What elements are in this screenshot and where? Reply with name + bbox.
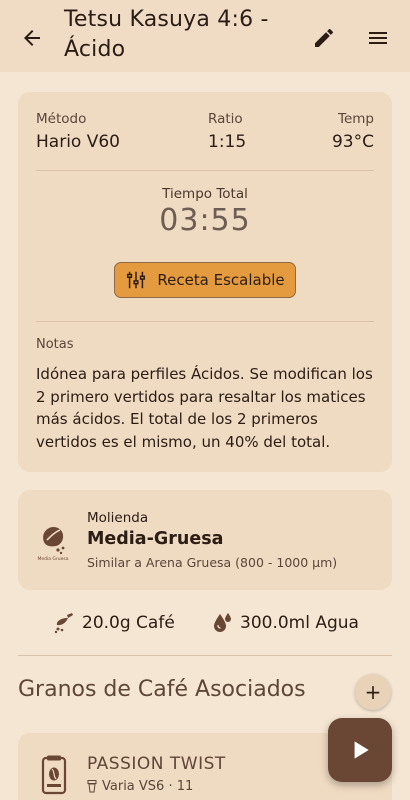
water-drops-icon [214, 613, 231, 632]
back-button[interactable] [14, 20, 50, 56]
bean-grinder-text: Varia VS6 · 11 [102, 779, 194, 794]
grind-icon-caption: Media Gruesa [37, 556, 68, 562]
water-quantity: 300.0ml Agua [210, 611, 359, 635]
divider [36, 321, 374, 322]
temp-stat: Temp 93°C [332, 111, 374, 152]
scalable-recipe-label: Receta Escalable [157, 271, 285, 289]
water-amount: 300.0ml Agua [240, 613, 359, 633]
method-value: Hario V60 [36, 132, 120, 152]
hamburger-menu-icon [369, 32, 387, 44]
temp-label: Temp [338, 111, 374, 127]
page-title: Tetsu Kasuya 4:6 - Ácido [64, 7, 269, 62]
coffee-bag-icon [40, 755, 68, 795]
bean-grinder-setting: Varia VS6 · 11 [87, 779, 193, 794]
ratio-value: 1:15 [208, 132, 247, 152]
associated-beans-title: Granos de Café Asociados [18, 677, 306, 702]
coffee-amount: 20.0g Café [82, 613, 175, 633]
add-bean-button[interactable]: + [355, 674, 391, 710]
app-bar: Tetsu Kasuya 4:6 - Ácido [0, 0, 410, 72]
coffee-quantity: 20.0g Café [52, 611, 175, 635]
notes-label: Notas [36, 337, 74, 352]
ratio-label: Ratio [208, 111, 243, 127]
pencil-icon [315, 28, 333, 47]
plus-icon: + [364, 680, 382, 704]
coffee-grind-icon: Media Gruesa [36, 520, 70, 562]
scalable-recipe-button[interactable]: Receta Escalable [114, 262, 296, 298]
start-brew-button[interactable] [328, 718, 392, 782]
grind-card: Media Gruesa Molienda Media-Gruesa Simil… [18, 490, 392, 590]
total-time-value: 03:55 [159, 203, 251, 238]
total-time-label: Tiempo Total [162, 186, 248, 202]
arrow-left-icon [24, 30, 40, 46]
divider [18, 655, 392, 656]
menu-button[interactable] [360, 20, 396, 56]
bean-name: PASSION TWIST [87, 754, 226, 774]
grind-description: Similar a Arena Gruesa (800 - 1000 µm) [87, 555, 338, 570]
coffee-scoop-icon [54, 613, 73, 634]
grinder-icon [87, 780, 97, 793]
notes-text: Idónea para perfiles Ácidos. Se modifica… [36, 365, 373, 451]
recipe-summary-card: Método Hario V60 Ratio 1:15 Temp 93°C Ti… [18, 92, 392, 472]
method-stat: Método Hario V60 [36, 111, 120, 152]
divider [36, 170, 374, 171]
edit-button[interactable] [306, 20, 342, 56]
grind-value: Media-Gruesa [87, 529, 224, 549]
play-icon [354, 741, 369, 759]
sliders-icon [127, 271, 146, 289]
method-label: Método [36, 111, 87, 127]
grind-label: Molienda [87, 510, 149, 526]
temp-value: 93°C [331, 132, 374, 152]
ratio-stat: Ratio 1:15 [208, 111, 246, 152]
